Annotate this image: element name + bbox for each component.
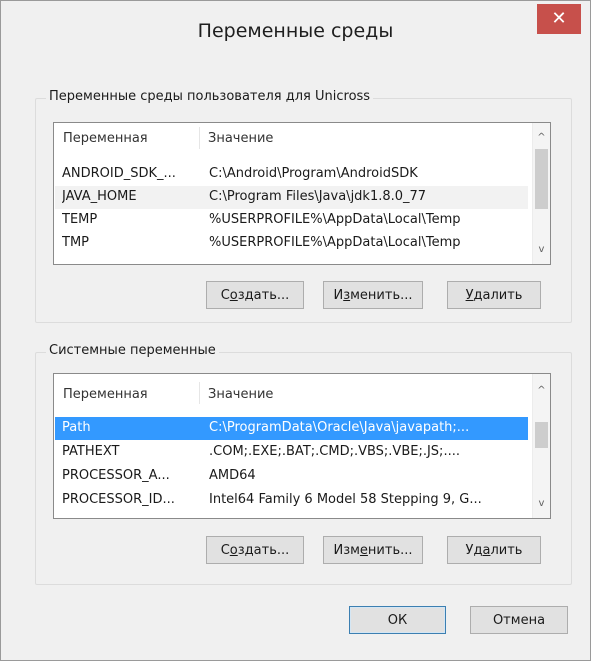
- button-label: здать...: [237, 543, 290, 558]
- environment-variables-dialog: Переменные среды ✕ Переменные среды поль…: [0, 0, 591, 661]
- variable-value: .COM;.EXE;.BAT;.CMD;.VBS;.VBE;.JS;....: [209, 444, 460, 459]
- list-item[interactable]: PATHEXT .COM;.EXE;.BAT;.CMD;.VBS;.VBE;.J…: [55, 441, 528, 464]
- button-label: лить: [490, 543, 523, 558]
- variable-name: Path: [62, 420, 91, 435]
- variable-name: PROCESSOR_ID...: [62, 492, 175, 507]
- user-variables-group: Переменные среды пользователя для Unicro…: [35, 89, 572, 323]
- scrollbar-thumb[interactable]: [535, 149, 548, 209]
- delete-user-variable-button[interactable]: Удалить: [447, 281, 541, 309]
- title-bar[interactable]: Переменные среды ✕: [1, 1, 590, 67]
- button-label: С: [220, 543, 230, 558]
- variable-value: C:\Android\Program\AndroidSDK: [209, 166, 418, 181]
- variable-value: C:\Program Files\Java\jdk1.8.0_77: [209, 189, 427, 204]
- variable-value: Intel64 Family 6 Model 58 Stepping 9, G.…: [209, 492, 482, 507]
- edit-system-variable-button[interactable]: Изменить...: [323, 536, 423, 564]
- ok-button[interactable]: ОК: [349, 606, 446, 634]
- scroll-up-icon[interactable]: ^: [533, 382, 550, 399]
- system-variables-group-title: Системные переменные: [46, 343, 219, 358]
- variable-name: TMP: [62, 235, 89, 250]
- button-label: Уд: [465, 543, 483, 558]
- button-label: далить: [473, 288, 523, 303]
- variable-name: PATHEXT: [62, 444, 120, 459]
- system-variables-group: Системные переменные Переменная Значение…: [35, 343, 572, 585]
- edit-user-variable-button[interactable]: Изменить...: [323, 281, 423, 309]
- close-button[interactable]: ✕: [537, 4, 581, 34]
- list-item[interactable]: PROCESSOR_A... AMD64: [55, 465, 528, 488]
- column-header-value[interactable]: Значение: [208, 131, 273, 146]
- list-header: Переменная Значение: [54, 374, 529, 404]
- column-separator[interactable]: [199, 382, 200, 404]
- column-header-value[interactable]: Значение: [208, 387, 273, 402]
- button-accesskey: о: [229, 288, 238, 303]
- close-icon: ✕: [551, 8, 567, 29]
- column-header-variable[interactable]: Переменная: [63, 131, 148, 146]
- system-variables-list[interactable]: Переменная Значение Path C:\ProgramData\…: [53, 373, 551, 519]
- column-header-variable[interactable]: Переменная: [63, 387, 148, 402]
- new-user-variable-button[interactable]: Создать...: [206, 281, 304, 309]
- variable-name: JAVA_HOME: [62, 189, 137, 204]
- variable-value: C:\ProgramData\Oracle\Java\javapath;...: [209, 420, 470, 435]
- list-item-selected[interactable]: Path C:\ProgramData\Oracle\Java\javapath…: [55, 417, 528, 440]
- button-label: здать...: [237, 288, 290, 303]
- user-variables-group-title: Переменные среды пользователя для Unicro…: [46, 89, 374, 104]
- variable-name: ANDROID_SDK_...: [62, 166, 176, 181]
- variable-name: PROCESSOR_A...: [62, 468, 170, 483]
- button-label: С: [220, 288, 230, 303]
- dialog-title: Переменные среды: [197, 20, 394, 42]
- list-item[interactable]: ANDROID_SDK_... C:\Android\Program\Andro…: [55, 163, 528, 186]
- cancel-button[interactable]: Отмена: [470, 606, 568, 634]
- variable-value: AMD64: [209, 468, 256, 483]
- variable-value: %USERPROFILE%\AppData\Local\Temp: [209, 235, 461, 250]
- list-item[interactable]: TEMP %USERPROFILE%\AppData\Local\Temp: [55, 209, 528, 232]
- button-label: менить...: [350, 288, 413, 303]
- delete-system-variable-button[interactable]: Удалить: [447, 536, 541, 564]
- variable-name: TEMP: [62, 212, 98, 227]
- scroll-down-icon[interactable]: v: [533, 495, 550, 512]
- column-separator[interactable]: [199, 127, 200, 149]
- scroll-down-icon[interactable]: v: [533, 241, 550, 258]
- list-item[interactable]: PROCESSOR_ID... Intel64 Family 6 Model 5…: [55, 489, 528, 512]
- variable-value: %USERPROFILE%\AppData\Local\Temp: [209, 212, 461, 227]
- button-label: И: [333, 288, 344, 303]
- list-item[interactable]: TMP %USERPROFILE%\AppData\Local\Temp: [55, 232, 528, 255]
- scroll-up-icon[interactable]: ^: [533, 129, 550, 146]
- list-item[interactable]: JAVA_HOME C:\Program Files\Java\jdk1.8.0…: [55, 186, 528, 209]
- button-accesskey: е: [359, 543, 368, 558]
- vertical-scrollbar[interactable]: ^ v: [532, 374, 550, 518]
- vertical-scrollbar[interactable]: ^ v: [532, 123, 550, 264]
- scrollbar-thumb[interactable]: [535, 422, 548, 448]
- button-label: Изм: [333, 543, 360, 558]
- user-variables-list[interactable]: Переменная Значение ANDROID_SDK_... C:\A…: [53, 122, 551, 265]
- button-label: нить...: [367, 543, 413, 558]
- button-accesskey: о: [229, 543, 238, 558]
- new-system-variable-button[interactable]: Создать...: [206, 536, 304, 564]
- list-header: Переменная Значение: [54, 123, 529, 153]
